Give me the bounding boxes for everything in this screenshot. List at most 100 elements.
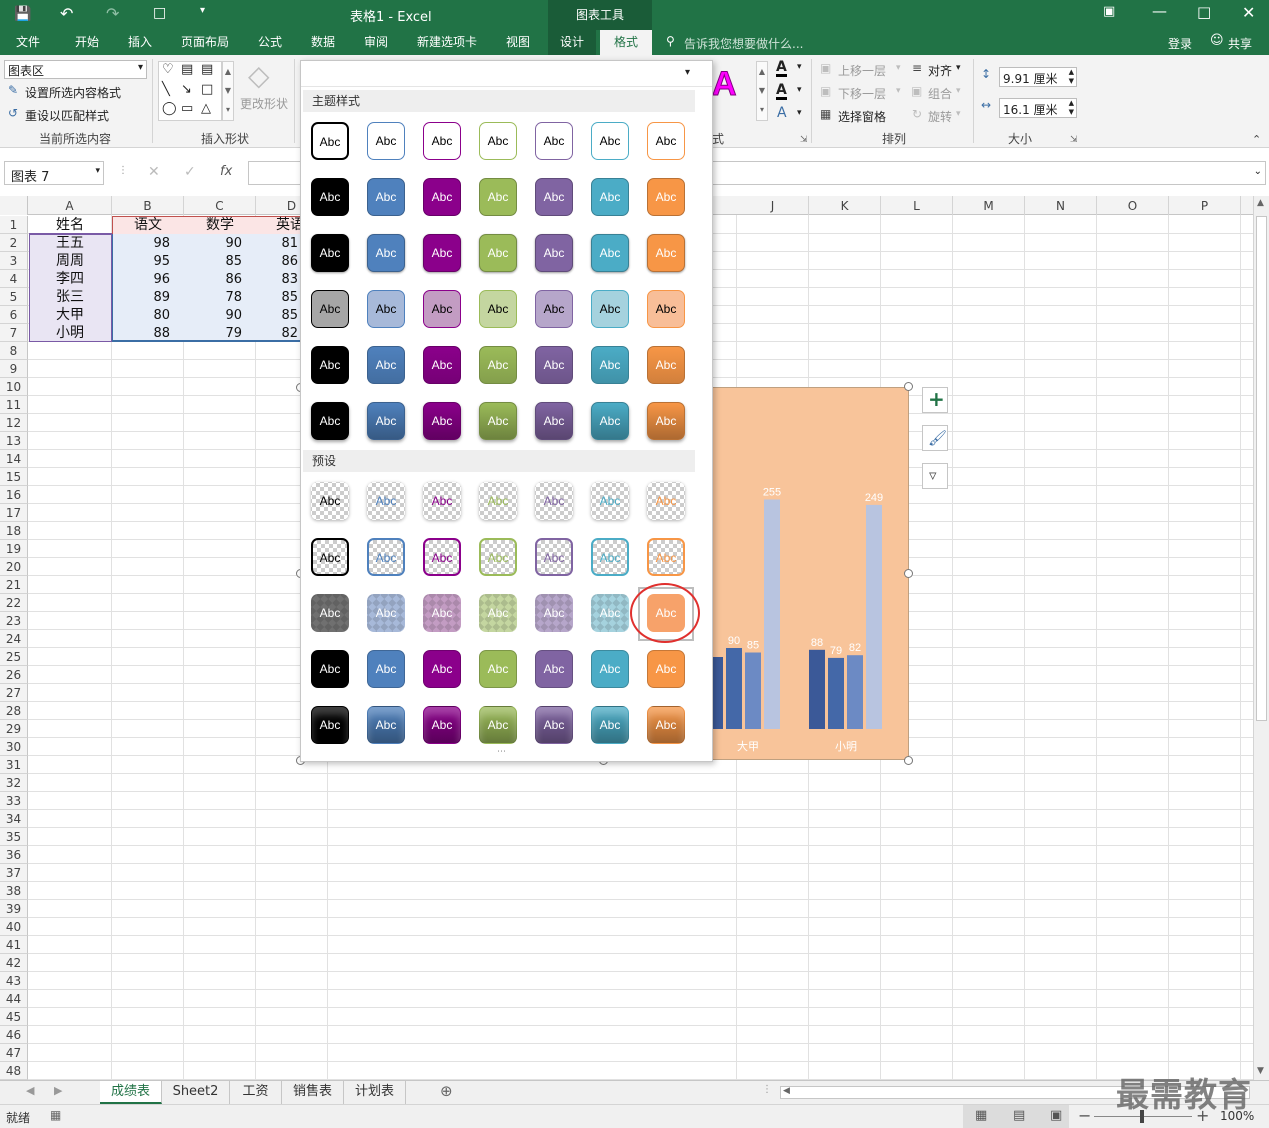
row-header[interactable]: 24: [0, 630, 28, 648]
row-header[interactable]: 6: [0, 306, 28, 324]
chart-elements-button[interactable]: +: [922, 387, 948, 413]
scroll-left-icon[interactable]: ◀: [783, 1086, 790, 1096]
change-shape-button[interactable]: 更改形状: [240, 95, 288, 112]
preset-style-swatch[interactable]: Abc: [535, 538, 573, 576]
tab-page-layout[interactable]: 页面布局: [172, 30, 238, 55]
login-link[interactable]: 登录: [1168, 35, 1192, 52]
sheet-tab[interactable]: 计划表: [344, 1081, 406, 1104]
rectangle-shape-icon[interactable]: □: [201, 82, 213, 97]
row-header[interactable]: 20: [0, 558, 28, 576]
share-button[interactable]: 共享: [1228, 35, 1252, 52]
preset-style-swatch[interactable]: Abc: [535, 594, 573, 632]
row-header[interactable]: 17: [0, 504, 28, 522]
new-file-icon[interactable]: □: [153, 5, 166, 21]
theme-style-swatch[interactable]: Abc: [423, 234, 461, 272]
score-cell[interactable]: 89: [112, 288, 184, 306]
chart-styles-button[interactable]: 🖌: [922, 425, 948, 451]
theme-style-swatch[interactable]: Abc: [647, 346, 685, 384]
row-header[interactable]: 47: [0, 1044, 28, 1062]
name-cell[interactable]: 张三: [28, 288, 112, 306]
theme-style-swatch[interactable]: Abc: [311, 346, 349, 384]
bar[interactable]: [713, 657, 723, 729]
theme-style-swatch[interactable]: Abc: [479, 178, 517, 216]
reset-style-button[interactable]: 重设以匹配样式: [25, 107, 109, 124]
preset-style-swatch[interactable]: Abc: [311, 482, 349, 520]
chevron-down-icon[interactable]: ▾: [797, 62, 802, 72]
theme-style-swatch[interactable]: Abc: [367, 178, 405, 216]
triangle-shape-icon[interactable]: △: [201, 101, 211, 116]
theme-style-swatch[interactable]: Abc: [367, 122, 405, 160]
scroll-up-icon[interactable]: ▲: [1257, 198, 1264, 208]
score-cell[interactable]: 95: [112, 252, 184, 270]
row-header[interactable]: 3: [0, 252, 28, 270]
score-cell[interactable]: 79: [184, 324, 256, 342]
row-header[interactable]: 18: [0, 522, 28, 540]
row-header[interactable]: 26: [0, 666, 28, 684]
theme-style-swatch[interactable]: Abc: [423, 122, 461, 160]
col-header-n[interactable]: N: [1025, 196, 1097, 215]
theme-style-swatch[interactable]: Abc: [423, 290, 461, 328]
theme-style-swatch[interactable]: Abc: [423, 402, 461, 440]
preset-style-swatch[interactable]: Abc: [423, 538, 461, 576]
col-header-b[interactable]: B: [112, 196, 184, 215]
theme-style-swatch[interactable]: Abc: [479, 122, 517, 160]
preset-style-swatch[interactable]: Abc: [479, 482, 517, 520]
line-shape-icon[interactable]: ╲: [162, 82, 170, 97]
name-box[interactable]: 图表 7 ▾: [4, 161, 104, 185]
preset-style-swatch[interactable]: Abc: [591, 482, 629, 520]
name-cell[interactable]: 李四: [28, 270, 112, 288]
redo-icon[interactable]: ↷: [106, 4, 119, 23]
preset-style-swatch[interactable]: Abc: [311, 594, 349, 632]
row-header[interactable]: 36: [0, 846, 28, 864]
row-header[interactable]: 41: [0, 936, 28, 954]
save-icon[interactable]: 💾: [14, 6, 31, 22]
row-header[interactable]: 27: [0, 684, 28, 702]
row-header[interactable]: 44: [0, 990, 28, 1008]
chart-area[interactable]: 90 85 255 88 79 82 249 大甲 小明: [712, 387, 909, 760]
selection-pane-button[interactable]: 选择窗格: [838, 108, 886, 125]
row-header[interactable]: 9: [0, 360, 28, 378]
arrow-line-shape-icon[interactable]: ↘: [181, 82, 192, 97]
col-header-a[interactable]: A: [28, 196, 112, 215]
col-header-j[interactable]: J: [737, 196, 809, 215]
row-header[interactable]: 39: [0, 900, 28, 918]
macro-record-icon[interactable]: ▦: [50, 1108, 61, 1122]
theme-style-swatch[interactable]: Abc: [423, 178, 461, 216]
score-cell[interactable]: 88: [112, 324, 184, 342]
score-cell[interactable]: 85: [184, 252, 256, 270]
header-cell[interactable]: 姓名: [28, 216, 112, 234]
tab-design[interactable]: 设计: [548, 30, 596, 55]
row-header[interactable]: 16: [0, 486, 28, 504]
send-backward-button[interactable]: 下移一层: [838, 85, 886, 102]
col-header-o[interactable]: O: [1097, 196, 1169, 215]
theme-style-swatch[interactable]: Abc: [647, 290, 685, 328]
preset-style-swatch[interactable]: Abc: [479, 538, 517, 576]
dialog-launcher-icon[interactable]: ⇲: [800, 135, 808, 145]
score-cell[interactable]: 80: [112, 306, 184, 324]
preset-style-swatch[interactable]: Abc: [367, 650, 405, 688]
theme-style-swatch[interactable]: Abc: [367, 402, 405, 440]
preset-style-swatch[interactable]: Abc: [479, 650, 517, 688]
row-header[interactable]: 2: [0, 234, 28, 252]
col-header-l[interactable]: L: [881, 196, 953, 215]
collapse-ribbon-icon[interactable]: ⌃: [1252, 133, 1261, 146]
chevron-down-icon[interactable]: ▾: [956, 63, 961, 73]
theme-style-swatch[interactable]: Abc: [311, 122, 349, 160]
row-header[interactable]: 14: [0, 450, 28, 468]
dialog-launcher-icon[interactable]: ⇲: [1070, 135, 1078, 145]
preset-style-swatch[interactable]: Abc: [423, 482, 461, 520]
theme-style-swatch[interactable]: Abc: [367, 234, 405, 272]
heart-shape-icon[interactable]: ♡: [162, 62, 174, 77]
sheet-tab[interactable]: 工资: [230, 1081, 282, 1104]
score-cell[interactable]: 90: [184, 234, 256, 252]
add-sheet-icon[interactable]: ⊕: [440, 1082, 453, 1100]
enter-icon[interactable]: ✓: [184, 164, 196, 180]
preset-style-swatch[interactable]: Abc: [367, 538, 405, 576]
chart-element-select[interactable]: 图表区 ▾: [4, 60, 147, 79]
theme-style-swatch[interactable]: Abc: [591, 234, 629, 272]
shapes-gallery[interactable]: ♡ ▤ ▤ ╲ ↘ □ ◯ ▭ △: [158, 61, 222, 121]
theme-style-swatch[interactable]: Abc: [591, 290, 629, 328]
bar[interactable]: [847, 655, 863, 729]
row-header[interactable]: 42: [0, 954, 28, 972]
tab-formulas[interactable]: 公式: [246, 30, 294, 55]
